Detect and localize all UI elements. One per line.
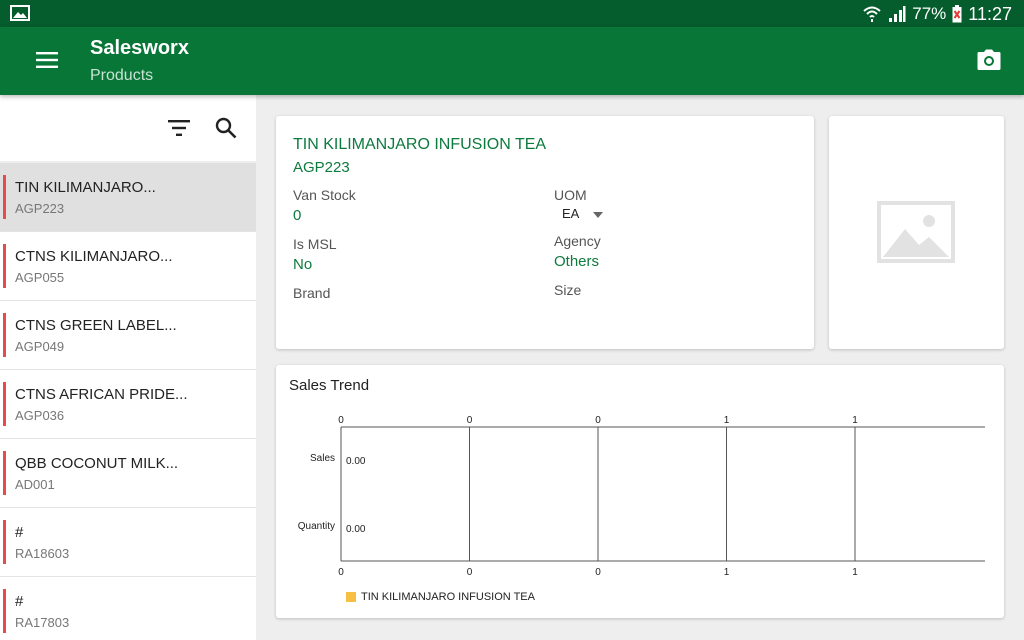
- top-tick-label: 0: [595, 415, 601, 426]
- top-tick-label: 1: [724, 415, 730, 426]
- legend-swatch: [346, 592, 356, 602]
- is-msl-value: No: [293, 256, 313, 273]
- list-item-code: RA17803: [15, 615, 70, 630]
- battery-percent: 77%: [912, 4, 947, 23]
- filter-icon[interactable]: [168, 119, 190, 137]
- sales-trend-card: Sales Trend 0 0 0 1 1 0 0 0 1 1 Sales 0.00 Quantity 0…: [276, 365, 1004, 618]
- product-list: TIN KILIMANJARO... AGP223 CTNS KILIMANJA…: [0, 163, 256, 640]
- brand-label: Brand: [293, 285, 331, 301]
- bottom-tick-label: 0: [467, 567, 473, 578]
- image-placeholder-icon: [877, 201, 955, 263]
- bottom-tick-label: 1: [724, 567, 730, 578]
- list-item-marker: [3, 382, 6, 426]
- camera-icon[interactable]: [977, 49, 1001, 71]
- uom-label: UOM: [554, 187, 587, 203]
- menu-icon[interactable]: [36, 51, 58, 69]
- bottom-tick-label: 0: [338, 567, 344, 578]
- list-item-code: AD001: [15, 477, 55, 492]
- van-stock-value: 0: [293, 207, 302, 224]
- is-msl-label: Is MSL: [293, 236, 337, 252]
- product-list-panel: TIN KILIMANJARO... AGP223 CTNS KILIMANJA…: [0, 95, 256, 640]
- list-item[interactable]: # RA17803: [0, 577, 256, 640]
- van-stock-label: Van Stock: [293, 187, 356, 203]
- list-item-name: CTNS GREEN LABEL...: [15, 317, 177, 334]
- product-image-card[interactable]: [829, 116, 1004, 349]
- list-item-code: AGP223: [15, 201, 65, 216]
- list-item[interactable]: # RA18603: [0, 508, 256, 577]
- row-value: 0.00: [346, 456, 366, 467]
- row-value: 0.00: [346, 524, 366, 535]
- list-item-name: #: [15, 593, 24, 610]
- list-item-code: AGP055: [15, 270, 65, 285]
- list-item-code: AGP049: [15, 339, 65, 354]
- wifi-icon: [863, 6, 881, 22]
- chart-legend: TIN KILIMANJARO INFUSION TEA: [346, 591, 535, 603]
- product-code: AGP223: [293, 159, 350, 176]
- agency-label: Agency: [554, 233, 601, 249]
- list-item[interactable]: TIN KILIMANJARO... AGP223: [0, 163, 256, 232]
- size-label: Size: [554, 282, 582, 298]
- list-item-code: AGP036: [15, 408, 65, 423]
- product-title: TIN KILIMANJARO INFUSION TEA: [293, 136, 547, 153]
- app-title: Salesworx: [90, 37, 189, 59]
- bottom-tick-label: 1: [852, 567, 858, 578]
- status-time: 11:27: [968, 3, 1012, 24]
- battery-icon: [952, 5, 962, 23]
- list-item-name: TIN KILIMANJARO...: [15, 179, 156, 196]
- bottom-tick-label: 0: [595, 567, 601, 578]
- uom-dropdown[interactable]: EA: [562, 206, 604, 221]
- agency-value: Others: [554, 253, 600, 270]
- list-item-marker: [3, 520, 6, 564]
- list-item-code: RA18603: [15, 546, 70, 561]
- list-item-name: CTNS KILIMANJARO...: [15, 248, 173, 265]
- list-item-marker: [3, 175, 6, 219]
- legend-label: TIN KILIMANJARO INFUSION TEA: [361, 591, 535, 603]
- list-item-name: CTNS AFRICAN PRIDE...: [15, 386, 188, 403]
- top-tick-label: 0: [467, 415, 473, 426]
- list-item-marker: [3, 451, 6, 495]
- list-item-marker: [3, 313, 6, 357]
- app-subtitle: Products: [90, 67, 154, 84]
- list-item-name: QBB COCONUT MILK...: [15, 455, 179, 472]
- list-item-marker: [3, 244, 6, 288]
- gallery-notification-icon: [10, 5, 30, 21]
- signal-icon: [889, 6, 906, 22]
- sales-trend-chart: 0 0 0 1 1 0 0 0 1 1 Sales 0.00 Quantity 0.00: [298, 415, 985, 578]
- list-toolbar: [0, 95, 256, 163]
- status-bar: 77% 11:27: [0, 0, 1024, 27]
- list-item[interactable]: CTNS KILIMANJARO... AGP055: [0, 232, 256, 301]
- row-label: Sales: [310, 453, 335, 464]
- app-bar: Salesworx Products: [0, 27, 1024, 95]
- row-label: Quantity: [298, 521, 335, 532]
- chevron-down-icon: [593, 211, 604, 218]
- list-item-marker: [3, 589, 6, 633]
- list-item[interactable]: QBB COCONUT MILK... AD001: [0, 439, 256, 508]
- top-tick-label: 1: [852, 415, 858, 426]
- uom-selected-value: EA: [562, 206, 580, 221]
- search-icon[interactable]: [215, 117, 237, 139]
- top-tick-label: 0: [338, 415, 344, 426]
- list-item[interactable]: CTNS AFRICAN PRIDE... AGP036: [0, 370, 256, 439]
- list-item[interactable]: CTNS GREEN LABEL... AGP049: [0, 301, 256, 370]
- list-item-name: #: [15, 524, 24, 541]
- product-detail-card: TIN KILIMANJARO INFUSION TEA AGP223 Van …: [276, 116, 814, 349]
